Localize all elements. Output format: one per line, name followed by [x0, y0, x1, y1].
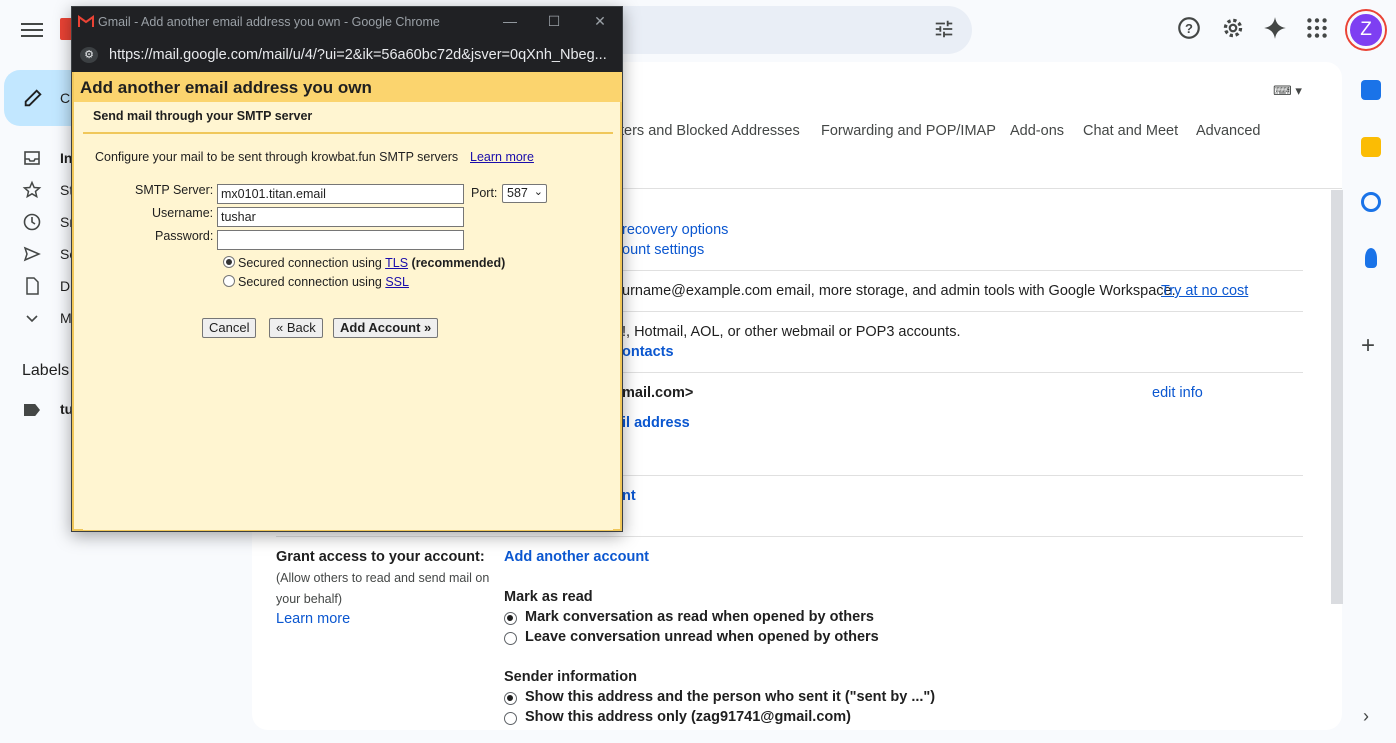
- popup-subheading: Send mail through your SMTP server: [93, 109, 313, 123]
- gmail-favicon-icon: [78, 15, 94, 27]
- back-button[interactable]: « Back: [269, 318, 323, 338]
- password-label: Password:: [155, 229, 214, 243]
- learn-more-popup-link[interactable]: Learn more: [470, 150, 534, 164]
- import-contacts-link[interactable]: ontacts: [622, 344, 674, 360]
- help-icon[interactable]: ?: [1176, 15, 1202, 41]
- try-no-cost-link[interactable]: Try at no cost: [1161, 283, 1248, 299]
- nav-more-label: M: [60, 310, 72, 326]
- popup-divider: [83, 132, 613, 134]
- add-another-account-link[interactable]: Add another account: [504, 549, 649, 565]
- row-divider: [276, 536, 1303, 537]
- svg-text:?: ?: [1185, 21, 1193, 36]
- smtp-server-input[interactable]: [217, 184, 464, 204]
- grant-access-sub2: your behalf): [276, 592, 343, 606]
- contacts-icon[interactable]: [1365, 248, 1377, 268]
- learn-more-link[interactable]: Learn more: [276, 611, 350, 627]
- ssl-label: Secured connection using SSL: [238, 275, 409, 289]
- mark-as-read-heading: Mark as read: [504, 589, 593, 605]
- star-icon: [22, 180, 42, 199]
- search-options-icon[interactable]: [932, 18, 956, 40]
- username-label: Username:: [152, 206, 214, 220]
- port-value: 587: [507, 186, 528, 200]
- popup-body: Add another email address you own Send m…: [72, 72, 622, 531]
- tls-radio[interactable]: [223, 256, 235, 268]
- keep-icon[interactable]: [1361, 137, 1381, 157]
- popup-titlebar[interactable]: Gmail - Add another email address you ow…: [72, 7, 622, 38]
- tasks-icon[interactable]: [1361, 192, 1381, 212]
- smtp-server-label: SMTP Server:: [135, 183, 214, 197]
- tls-text: Secured connection using: [238, 256, 382, 270]
- calendar-icon[interactable]: [1361, 80, 1381, 100]
- edit-info-link[interactable]: edit info: [1152, 385, 1203, 401]
- leave-unread-label: Leave conversation unread when opened by…: [525, 629, 879, 645]
- tab-forwarding[interactable]: Forwarding and POP/IMAP: [821, 123, 996, 139]
- send-icon: [23, 246, 41, 262]
- minimize-icon[interactable]: —: [500, 13, 520, 31]
- tab-addons[interactable]: Add-ons: [1010, 123, 1064, 139]
- label-tag-icon: [24, 404, 40, 416]
- port-label: Port:: [471, 186, 498, 200]
- grant-access-sub1: (Allow others to read and send mail on: [276, 571, 490, 585]
- popup-header: Add another email address you own: [74, 72, 622, 102]
- apps-grid-icon[interactable]: [1304, 15, 1330, 41]
- recovery-options-link[interactable]: recovery options: [622, 222, 728, 238]
- gemini-sparkle-icon[interactable]: [1262, 15, 1288, 41]
- sender-show-only-radio[interactable]: [504, 712, 517, 725]
- ssl-radio[interactable]: [223, 275, 235, 287]
- popup-form: Send mail through your SMTP server Confi…: [83, 102, 613, 530]
- popup-title: Gmail - Add another email address you ow…: [98, 15, 440, 29]
- tls-link[interactable]: TLS: [385, 256, 408, 270]
- scrollbar[interactable]: [1331, 190, 1343, 604]
- leave-unread-radio[interactable]: [504, 632, 517, 645]
- popup-url: https://mail.google.com/mail/u/4/?ui=2&i…: [109, 47, 607, 63]
- chevron-down-icon: [26, 315, 38, 323]
- maximize-icon[interactable]: ☐: [544, 13, 564, 31]
- keyboard-icon[interactable]: ⌨ ▾: [1273, 83, 1302, 99]
- add-account-button[interactable]: Add Account »: [333, 318, 439, 338]
- popup-heading: Add another email address you own: [80, 78, 372, 97]
- send-as-address: mail.com>: [622, 385, 694, 401]
- add-email-link[interactable]: il address: [622, 415, 690, 431]
- sender-show-both-label: Show this address and the person who sen…: [525, 689, 936, 705]
- clock-icon: [23, 213, 41, 231]
- grant-access-label: Grant access to your account:: [276, 549, 485, 565]
- popup-window: Gmail - Add another email address you ow…: [71, 6, 623, 532]
- sender-show-only-label: Show this address only (zag91741@gmail.c…: [525, 709, 851, 725]
- ssl-link[interactable]: SSL: [385, 275, 409, 289]
- add-addon-icon[interactable]: +: [1361, 334, 1375, 358]
- password-input[interactable]: [217, 230, 464, 250]
- add-account-link[interactable]: nt: [622, 488, 636, 504]
- configure-text: Configure your mail to be sent through k…: [95, 150, 459, 164]
- labels-heading: Labels: [22, 362, 70, 379]
- tab-chat-meet[interactable]: Chat and Meet: [1083, 123, 1178, 139]
- close-icon[interactable]: ✕: [590, 13, 610, 31]
- inbox-icon: [24, 151, 40, 165]
- workspace-text: urname@example.com email, more storage, …: [622, 283, 1176, 299]
- username-input[interactable]: [217, 207, 464, 227]
- main-menu-button[interactable]: [21, 20, 43, 40]
- pencil-icon: [24, 89, 42, 107]
- site-info-icon[interactable]: ⚙: [80, 47, 98, 63]
- search-bar[interactable]: [600, 6, 972, 54]
- cancel-button[interactable]: Cancel: [202, 318, 257, 338]
- port-select[interactable]: 587 ⌄: [502, 184, 547, 203]
- tls-recommended: (recommended): [411, 256, 506, 270]
- settings-gear-icon[interactable]: [1220, 15, 1246, 41]
- account-settings-link[interactable]: ount settings: [622, 242, 704, 258]
- sender-info-heading: Sender information: [504, 669, 637, 685]
- tab-advanced[interactable]: Advanced: [1196, 123, 1261, 139]
- ssl-text: Secured connection using: [238, 275, 382, 289]
- compose-label: C: [60, 90, 71, 106]
- mark-read-radio[interactable]: [504, 612, 517, 625]
- chevron-right-icon[interactable]: ›: [1363, 706, 1369, 727]
- draft-icon: [26, 277, 39, 295]
- popup-urlbar[interactable]: ⚙ https://mail.google.com/mail/u/4/?ui=2…: [72, 38, 622, 72]
- account-avatar[interactable]: Z: [1347, 11, 1385, 49]
- mark-read-label: Mark conversation as read when opened by…: [525, 609, 874, 625]
- tls-label: Secured connection using TLS (recommende…: [238, 256, 505, 270]
- import-text: !, Hotmail, AOL, or other webmail or POP…: [622, 324, 961, 340]
- sender-show-both-radio[interactable]: [504, 692, 517, 705]
- tab-filters[interactable]: ters and Blocked Addresses: [620, 123, 800, 139]
- chevron-down-icon: ⌄: [533, 186, 543, 198]
